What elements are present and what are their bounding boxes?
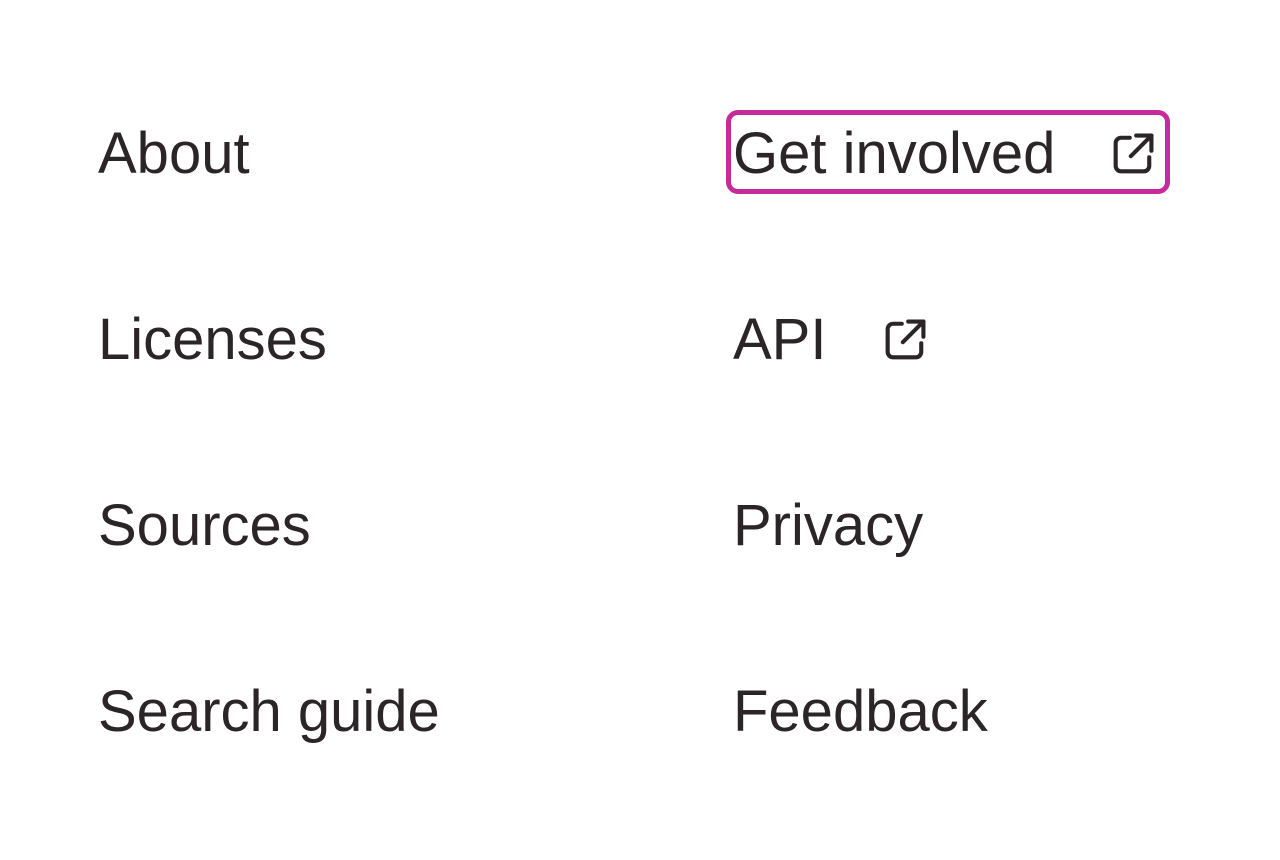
about-link[interactable]: About: [98, 116, 250, 192]
about-link-label: About: [98, 121, 250, 186]
licenses-link-label: Licenses: [98, 307, 327, 372]
get-involved-link[interactable]: Get involved: [725, 110, 1171, 194]
sources-link[interactable]: Sources: [98, 488, 311, 564]
external-link-icon: [879, 314, 931, 366]
footer-nav: About Licenses Sources Search guide Get …: [0, 0, 1280, 860]
search-guide-link[interactable]: Search guide: [98, 674, 440, 750]
sources-link-label: Sources: [98, 493, 311, 558]
get-involved-link-label: Get involved: [733, 121, 1056, 186]
licenses-link[interactable]: Licenses: [98, 302, 327, 378]
privacy-link-label: Privacy: [733, 493, 924, 558]
api-link-label: API: [733, 307, 827, 372]
feedback-link[interactable]: Feedback: [733, 674, 988, 750]
external-link-icon: [1107, 128, 1159, 180]
feedback-link-label: Feedback: [733, 679, 988, 744]
search-guide-link-label: Search guide: [98, 679, 440, 744]
privacy-link[interactable]: Privacy: [733, 488, 923, 564]
api-link[interactable]: API: [733, 302, 931, 378]
